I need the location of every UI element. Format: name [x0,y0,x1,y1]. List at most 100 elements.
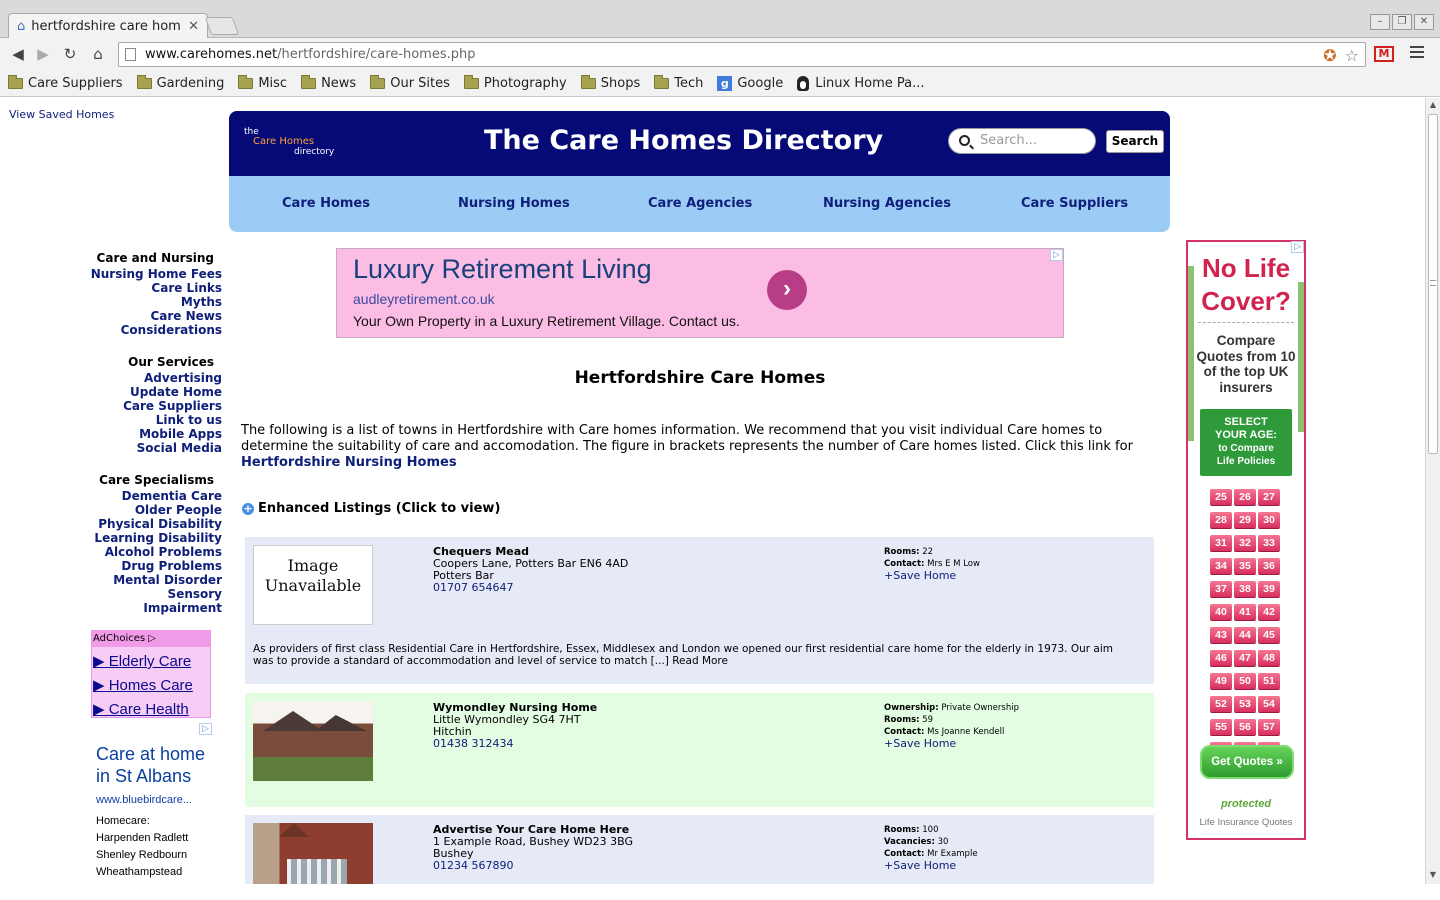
top-banner-ad[interactable]: Luxury Retirement Living audleyretiremen… [336,248,1064,338]
bookmark-star-icon[interactable]: ☆ [1345,44,1359,67]
bookmark-item[interactable]: Linux Home Pa... [797,76,925,91]
save-home-link[interactable]: +Save Home [884,570,980,582]
save-home-link[interactable]: +Save Home [884,860,978,872]
ad-link[interactable]: ▶ Elderly Care [93,652,210,671]
sidebar-link[interactable]: Advertising [144,371,222,385]
age-button[interactable]: 43 [1210,627,1232,643]
adchoices-label[interactable]: AdChoices ▷ [92,631,210,647]
maximize-icon[interactable]: ❐ [1392,14,1412,30]
age-button[interactable]: 28 [1210,512,1232,528]
nursing-homes-link[interactable]: Hertfordshire Nursing Homes [241,455,457,470]
age-button[interactable]: 53 [1234,696,1256,712]
page-scrollbar[interactable]: ▲ ▼ [1425,98,1440,884]
sidebar-link[interactable]: Learning Disability [94,531,222,545]
life-insurance-ad[interactable]: No Life Cover? Compare Quotes from 10 of… [1186,240,1306,840]
age-button[interactable]: 46 [1210,650,1232,666]
age-button[interactable]: 51 [1258,673,1280,689]
address-bar[interactable]: www.carehomes.net/hertfordshire/care-hom… [118,42,1366,67]
age-button[interactable]: 30 [1258,512,1280,528]
sidebar-link[interactable]: Care News [150,309,222,323]
view-saved-homes-link[interactable]: View Saved Homes [9,108,114,121]
sidebar-link[interactable]: Social Media [137,441,222,455]
sidebar-link[interactable]: Nursing Home Fees [91,267,222,281]
side-text-ad[interactable]: Care at home in St Albans www.bluebirdca… [96,743,221,881]
age-button[interactable]: 57 [1258,719,1280,735]
listing-phone[interactable]: 01438 312434 [433,738,597,750]
bookmark-item[interactable]: Gardening [136,75,224,91]
sidebar-link[interactable]: Sensory [168,587,222,601]
age-button[interactable]: 48 [1258,650,1280,666]
age-button[interactable]: 52 [1210,696,1232,712]
enhanced-listings-toggle[interactable]: + Enhanced Listings (Click to view) [242,501,500,516]
bookmark-item[interactable]: Tech [654,75,703,91]
age-button[interactable]: 26 [1234,489,1256,505]
age-button[interactable]: 54 [1258,696,1280,712]
bookmark-item[interactable]: Shops [580,75,640,91]
adchoices-icon[interactable]: ▷ [1050,249,1063,261]
sidebar-link[interactable]: Drug Problems [121,559,222,573]
nav-care-agencies[interactable]: Care Agencies [648,196,752,211]
nav-nursing-homes[interactable]: Nursing Homes [458,196,570,211]
sidebar-link[interactable]: Impairment [143,601,222,615]
adchoices-icon[interactable]: ▷ [199,723,212,735]
browser-tab[interactable]: ⌂ hertfordshire care hom ✕ [8,13,208,38]
age-button[interactable]: 38 [1234,581,1256,597]
close-window-icon[interactable]: ✕ [1414,14,1434,30]
sidebar-link[interactable]: Mental Disorder [113,573,222,587]
sidebar-link[interactable]: Mobile Apps [139,427,222,441]
bookmark-item[interactable]: News [301,75,356,91]
sidebar-link[interactable]: Physical Disability [98,517,222,531]
bookmark-item[interactable]: Care Suppliers [8,75,123,91]
nav-care-homes[interactable]: Care Homes [282,196,370,211]
age-button[interactable]: 32 [1234,535,1256,551]
age-button[interactable]: 27 [1258,489,1280,505]
age-button[interactable]: 56 [1234,719,1256,735]
minimize-icon[interactable]: – [1370,14,1390,30]
age-button[interactable]: 49 [1210,673,1232,689]
back-icon[interactable]: ◀ [8,44,28,64]
sidebar-link[interactable]: Dementia Care [122,489,222,503]
listing-thumbnail[interactable] [253,823,373,884]
bookmark-item[interactable]: Our Sites [370,75,450,91]
age-button[interactable]: 29 [1234,512,1256,528]
gmail-icon[interactable]: M [1374,46,1394,62]
listing-thumbnail[interactable] [253,701,373,781]
search-button[interactable]: Search [1106,130,1164,153]
ad-link[interactable]: ▶ Care Health [93,700,210,719]
age-button[interactable]: 33 [1258,535,1280,551]
forward-icon[interactable]: ▶ [33,44,53,64]
age-button[interactable]: 41 [1234,604,1256,620]
age-button[interactable]: 42 [1258,604,1280,620]
save-home-link[interactable]: +Save Home [884,738,1019,750]
bookmark-item[interactable]: Photography [463,75,567,91]
age-button[interactable]: 39 [1258,581,1280,597]
age-button[interactable]: 25 [1210,489,1232,505]
listing-thumbnail[interactable]: Image Unavailable [253,545,373,625]
sidebar-link[interactable]: Link to us [156,413,222,427]
age-button[interactable]: 50 [1234,673,1256,689]
age-button[interactable]: 40 [1210,604,1232,620]
browser-menu-icon[interactable] [1410,46,1424,60]
age-button[interactable]: 34 [1210,558,1232,574]
scroll-up-icon[interactable]: ▲ [1428,100,1438,110]
cookie-blocked-icon[interactable]: ✪ [1323,44,1336,67]
age-button[interactable]: 45 [1258,627,1280,643]
sidebar-link[interactable]: Update Home [130,385,222,399]
chevron-right-icon[interactable]: › [767,270,807,310]
adchoices-icon[interactable]: ▷ [1291,241,1304,253]
sidebar-link[interactable]: Older People [135,503,222,517]
ad-link[interactable]: ▶ Homes Care [93,676,210,695]
scroll-down-icon[interactable]: ▼ [1428,870,1438,880]
get-quotes-button[interactable]: Get Quotes » [1200,745,1294,779]
nav-care-suppliers[interactable]: Care Suppliers [1021,196,1128,211]
age-button[interactable]: 55 [1210,719,1232,735]
age-button[interactable]: 35 [1234,558,1256,574]
nav-nursing-agencies[interactable]: Nursing Agencies [823,196,951,211]
reload-icon[interactable]: ↻ [60,44,80,64]
age-button[interactable]: 31 [1210,535,1232,551]
age-button[interactable]: 44 [1234,627,1256,643]
age-button[interactable]: 37 [1210,581,1232,597]
bookmark-item[interactable]: g Google [717,76,783,91]
bookmark-item[interactable]: Misc [238,75,287,91]
listing-phone[interactable]: 01234 567890 [433,860,633,872]
